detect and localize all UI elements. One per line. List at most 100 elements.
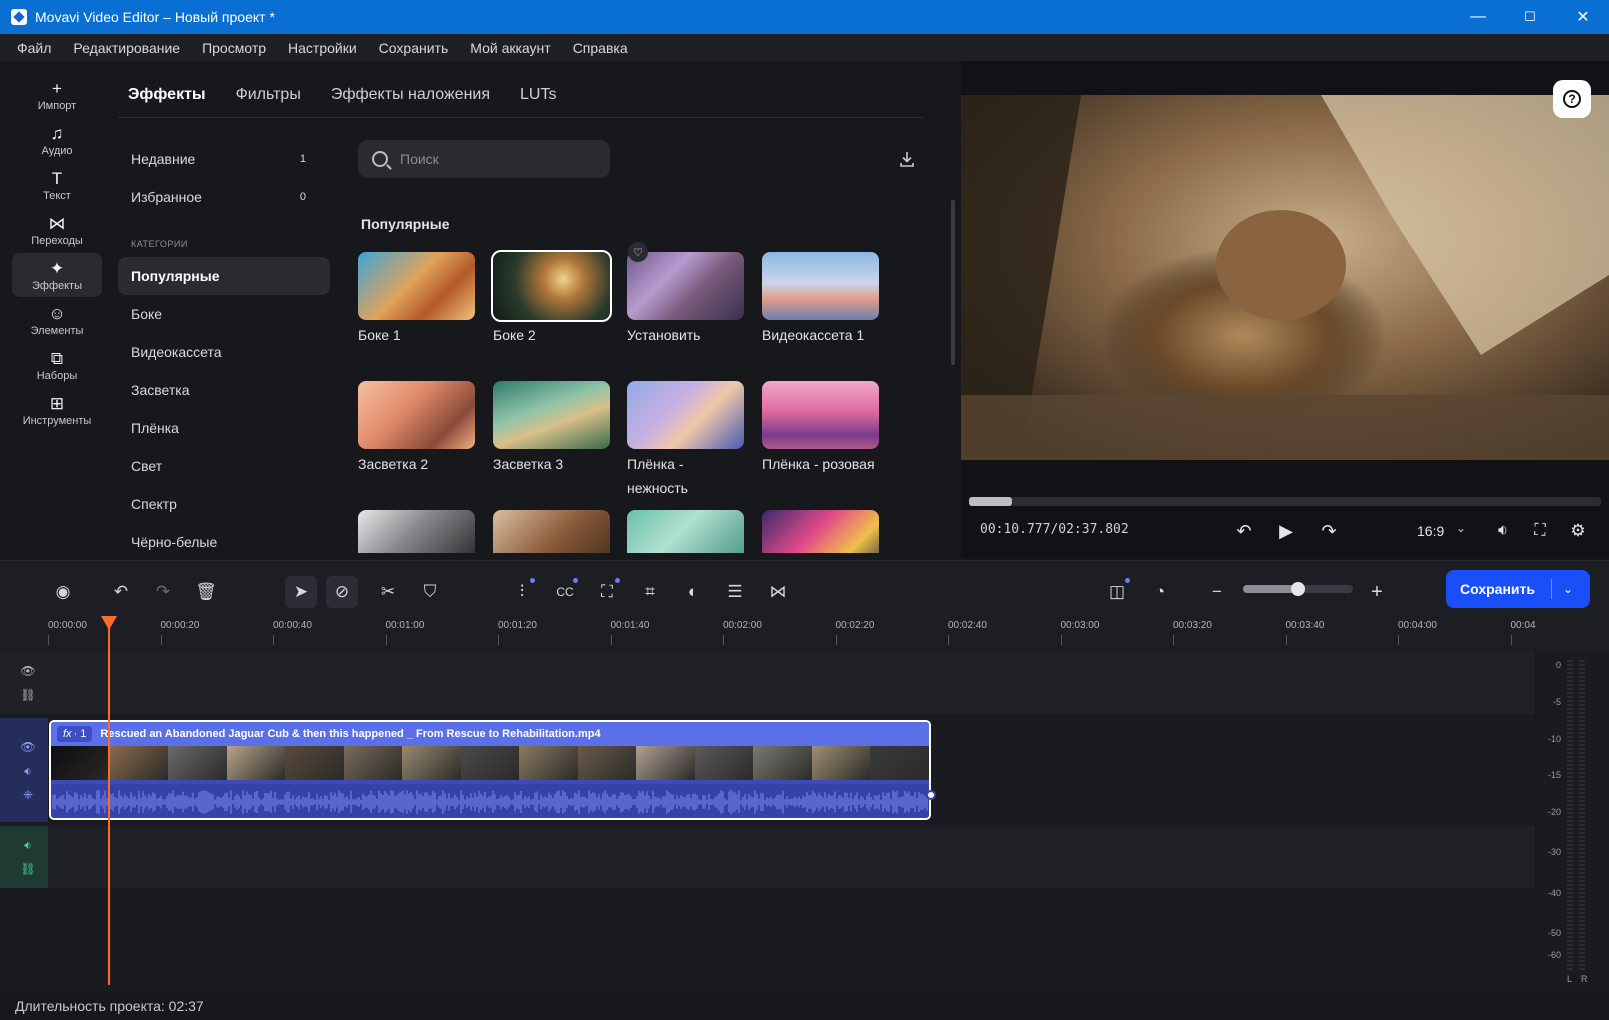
- heart-icon[interactable]: ♡: [628, 242, 648, 262]
- category-bokeh[interactable]: Боке: [118, 295, 330, 333]
- sidebar-item-transitions[interactable]: ⋈ Переходы: [12, 208, 102, 252]
- sidebar-item-text[interactable]: T Текст: [12, 163, 102, 207]
- speaker-icon[interactable]: 🔉︎: [19, 838, 37, 854]
- minimize-button[interactable]: —: [1452, 0, 1504, 34]
- category-light-leak[interactable]: Засветка: [118, 371, 330, 409]
- effect-thumbnail[interactable]: [762, 510, 879, 553]
- category-spectrum[interactable]: Спектр: [118, 485, 330, 523]
- transition-wizard-icon[interactable]: ⋈: [762, 576, 794, 608]
- trash-icon[interactable]: 🗑︎: [190, 576, 222, 608]
- tab-effects[interactable]: Эффекты: [128, 86, 206, 104]
- close-button[interactable]: ✕: [1557, 0, 1609, 34]
- link-icon[interactable]: ⛓︎: [19, 862, 37, 878]
- effect-thumbnail[interactable]: [627, 381, 744, 449]
- timeline-ruler[interactable]: [0, 620, 1609, 652]
- select-tool-icon[interactable]: ➤: [285, 576, 317, 608]
- clip-frame: [343, 746, 403, 780]
- zoom-slider[interactable]: [1243, 582, 1353, 596]
- redo-icon[interactable]: ↷: [147, 576, 179, 608]
- effects-icon[interactable]: ⁜: [19, 788, 37, 804]
- audio-track[interactable]: [48, 826, 1535, 888]
- color-adjust-icon[interactable]: ◐: [677, 576, 709, 608]
- effect-thumbnail-selected[interactable]: [491, 250, 612, 322]
- undo-icon[interactable]: ↶: [105, 576, 137, 608]
- effect-thumbnail[interactable]: [358, 252, 475, 320]
- category-popular[interactable]: Популярные: [118, 257, 330, 295]
- menu-help[interactable]: Справка: [562, 40, 639, 56]
- volume-icon[interactable]: 🔉︎: [1490, 518, 1516, 544]
- category-recent[interactable]: Недавние 1: [118, 140, 330, 178]
- effect-thumbnail[interactable]: [358, 381, 475, 449]
- help-button[interactable]: ?: [1553, 80, 1591, 118]
- tab-luts[interactable]: LUTs: [520, 86, 556, 104]
- menu-account[interactable]: Мой аккаунт: [459, 40, 561, 56]
- speaker-icon[interactable]: 🔉︎: [19, 764, 37, 780]
- effect-thumbnail[interactable]: [627, 252, 744, 320]
- effect-thumbnail[interactable]: [493, 510, 610, 553]
- effects-scrollbar[interactable]: [951, 200, 955, 365]
- effect-thumbnail[interactable]: [627, 510, 744, 553]
- playback-progress[interactable]: [969, 497, 1601, 506]
- play-icon[interactable]: ▶: [1273, 518, 1299, 544]
- razor-tool-icon[interactable]: ⊘: [326, 576, 358, 608]
- audio-wave-icon[interactable]: ⫶: [506, 576, 538, 608]
- ruler-label: 00:01:20: [498, 620, 537, 631]
- effect-thumbnail[interactable]: [762, 381, 879, 449]
- eye-icon[interactable]: 👁︎: [19, 664, 37, 680]
- effect-thumbnail[interactable]: [762, 252, 879, 320]
- captions-icon[interactable]: CC: [549, 576, 581, 608]
- link-icon[interactable]: ⛓︎: [19, 688, 37, 704]
- save-button[interactable]: Сохранить ⌄: [1446, 570, 1590, 608]
- record-icon[interactable]: ◉: [47, 576, 79, 608]
- audio-detach-icon[interactable]: ◫: [1101, 576, 1133, 608]
- category-film[interactable]: Плёнка: [118, 409, 330, 447]
- scissors-icon[interactable]: ✂: [372, 576, 404, 608]
- chevron-down-icon[interactable]: ⌄: [1456, 521, 1466, 535]
- sidebar-item-sets[interactable]: ⧉ Наборы: [12, 343, 102, 387]
- crop-icon[interactable]: ⌗: [634, 576, 666, 608]
- sliders-icon[interactable]: ☰: [719, 576, 751, 608]
- menu-edit[interactable]: Редактирование: [62, 40, 191, 56]
- sidebar-item-import[interactable]: + Импорт: [12, 73, 102, 117]
- playhead-handle[interactable]: [101, 616, 117, 630]
- fullscreen-icon[interactable]: ⛶: [1527, 518, 1553, 544]
- step-forward-icon[interactable]: ↷: [1316, 518, 1342, 544]
- eye-icon[interactable]: 👁︎: [19, 740, 37, 756]
- zoom-out-icon[interactable]: −: [1201, 576, 1233, 608]
- video-clip[interactable]: fx · 1 Rescued an Abandoned Jaguar Cub & …: [49, 720, 931, 820]
- effect-label: Плёнка - нежность: [627, 456, 688, 496]
- menu-save[interactable]: Сохранить: [368, 40, 460, 56]
- marker-icon[interactable]: ⛉: [414, 576, 446, 608]
- maximize-button[interactable]: ☐: [1504, 0, 1556, 34]
- category-black-white[interactable]: Чёрно-белые: [118, 523, 330, 561]
- playhead[interactable]: [108, 618, 110, 985]
- category-favorites[interactable]: Избранное 0: [118, 178, 330, 216]
- sidebar-item-elements[interactable]: ☺ Элементы: [12, 298, 102, 342]
- search-input[interactable]: [400, 151, 590, 167]
- download-icon[interactable]: [897, 150, 917, 170]
- sticker-icon[interactable]: ◔: [1144, 576, 1176, 608]
- menu-settings[interactable]: Настройки: [277, 40, 368, 56]
- tab-filters[interactable]: Фильтры: [236, 86, 301, 104]
- category-vhs[interactable]: Видеокассета: [118, 333, 330, 371]
- sidebar-item-tools[interactable]: ⊞ Инструменты: [12, 388, 102, 432]
- category-light[interactable]: Свет: [118, 447, 330, 485]
- step-back-icon[interactable]: ↶: [1231, 518, 1257, 544]
- sidebar-item-effects[interactable]: ✦ Эффекты: [12, 253, 102, 297]
- effect-thumbnail[interactable]: [493, 381, 610, 449]
- fx-badge[interactable]: fx · 1: [57, 726, 93, 742]
- sidebar-item-audio[interactable]: ♫ Аудио: [12, 118, 102, 162]
- menu-view[interactable]: Просмотр: [191, 40, 277, 56]
- effect-thumbnail[interactable]: [358, 510, 475, 553]
- zoom-handle[interactable]: [1291, 582, 1305, 596]
- settings-gear-icon[interactable]: ⚙: [1565, 518, 1591, 544]
- volume-keyframe-handle[interactable]: [926, 790, 936, 800]
- tab-overlay-effects[interactable]: Эффекты наложения: [331, 86, 490, 104]
- chevron-down-icon[interactable]: ⌄: [1558, 579, 1578, 599]
- menu-file[interactable]: Файл: [0, 40, 62, 56]
- aspect-ratio-select[interactable]: 16:9: [1417, 523, 1444, 539]
- grid-icon: ⊞: [49, 393, 65, 413]
- overlay-track[interactable]: [48, 652, 1535, 714]
- zoom-in-icon[interactable]: +: [1361, 576, 1393, 608]
- focus-icon[interactable]: ⛶: [591, 576, 623, 608]
